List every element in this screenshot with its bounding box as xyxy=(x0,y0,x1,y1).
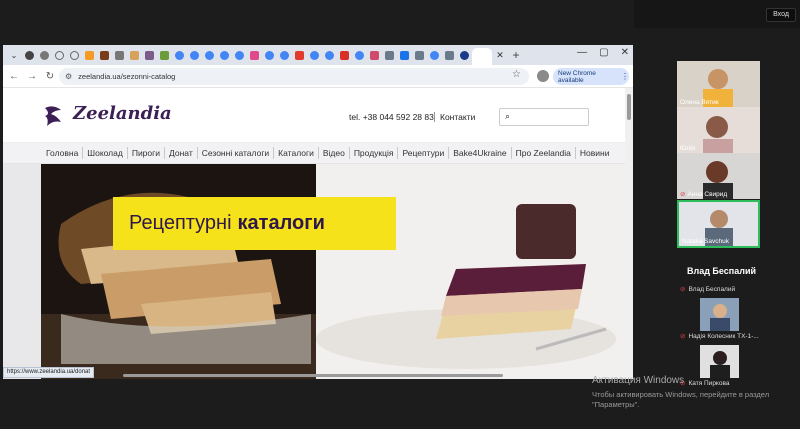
participant-name: Юлія xyxy=(680,145,696,152)
browser-tab[interactable] xyxy=(442,48,456,62)
browser-tab[interactable] xyxy=(127,48,141,62)
browser-tab[interactable] xyxy=(217,48,231,62)
browser-tab[interactable] xyxy=(247,48,261,62)
avatar[interactable] xyxy=(537,70,549,82)
participant-tile-active[interactable]: Natalia Savchuk xyxy=(677,200,760,248)
browser-tab[interactable] xyxy=(172,48,186,62)
browser-tab[interactable] xyxy=(22,48,36,62)
browser-tab[interactable] xyxy=(382,48,396,62)
microphone-off-icon: ⊘ xyxy=(680,286,686,293)
browser-tab[interactable] xyxy=(37,48,51,62)
browser-tab[interactable] xyxy=(367,48,381,62)
menu-item-chocolate[interactable]: Шоколад xyxy=(83,147,128,159)
site-info-icon[interactable]: ⚙ xyxy=(65,72,72,81)
menu-item-video[interactable]: Відео xyxy=(319,147,350,159)
participant-list-item[interactable]: ⊘ Влад Беспалий xyxy=(680,285,735,293)
minimize-icon[interactable]: — xyxy=(577,47,587,58)
browser-tab[interactable] xyxy=(412,48,426,62)
close-window-icon[interactable]: ✕ xyxy=(621,47,629,58)
participant-thumbnail[interactable] xyxy=(700,298,739,331)
reload-icon[interactable]: ↻ xyxy=(43,71,57,82)
search-icon: ⌕ xyxy=(505,111,511,121)
active-speaker-name: Влад Беспалий xyxy=(687,266,757,276)
activation-watermark-title: Активация Windows xyxy=(592,375,685,386)
new-tab-button[interactable]: + xyxy=(508,48,524,62)
menu-item-about[interactable]: Про Zeelandia xyxy=(512,147,576,159)
browser-tab[interactable] xyxy=(52,48,66,62)
address-bar[interactable]: ⚙ zeelandia.ua/sezonni-catalog xyxy=(59,68,529,85)
browser-tab[interactable] xyxy=(427,48,441,62)
activation-watermark-text: Чтобы активировать Windows, перейдите в … xyxy=(592,390,770,409)
browser-tab[interactable] xyxy=(82,48,96,62)
url-text: zeelandia.ua/sezonni-catalog xyxy=(78,72,176,81)
participant-name: Natalia Savchuk xyxy=(682,238,729,245)
browser-tab[interactable] xyxy=(322,48,336,62)
shared-screen: ⌄ ✕ + — ▢ ✕ ← → ↻ ⚙ zeelandia.ua/sezonni… xyxy=(3,45,633,379)
browser-tab[interactable] xyxy=(112,48,126,62)
participant-list-item[interactable]: ⊘ Катя Пиркова xyxy=(680,379,729,387)
tab-strip: ⌄ ✕ + — ▢ ✕ xyxy=(3,45,633,65)
browser-tab[interactable] xyxy=(262,48,276,62)
menu-item-home[interactable]: Головна xyxy=(42,147,84,159)
browser-tab[interactable] xyxy=(292,48,306,62)
microphone-off-icon: ⊘ xyxy=(680,333,686,340)
tab-list-chevron-icon[interactable]: ⌄ xyxy=(7,48,21,62)
main-menu: Головна Шоколад Пироги Донат Сезонні кат… xyxy=(3,142,633,164)
vertical-scrollbar[interactable] xyxy=(625,88,633,379)
menu-item-catalogs[interactable]: Каталоги xyxy=(274,147,319,159)
forward-arrow-icon[interactable]: → xyxy=(25,71,39,82)
participant-name: ⊘ Анна Свирид xyxy=(680,191,728,198)
browser-tab[interactable] xyxy=(157,48,171,62)
browser-tab[interactable] xyxy=(187,48,201,62)
enter-button[interactable]: Вход xyxy=(766,8,796,22)
close-tab-icon[interactable]: ✕ xyxy=(493,48,507,62)
browser-tab[interactable] xyxy=(397,48,411,62)
hero-banner[interactable]: Рецептурні каталоги xyxy=(3,164,625,379)
browser-tab[interactable] xyxy=(202,48,216,62)
contacts-link[interactable]: Контакти xyxy=(434,112,475,122)
browser-tab[interactable] xyxy=(97,48,111,62)
participant-list-item[interactable]: ⊘ Надія Колесник ТХ-1-... xyxy=(680,332,759,340)
browser-tab[interactable] xyxy=(457,48,471,62)
site-logo[interactable]: Zeelandia xyxy=(73,103,172,124)
scrollbar-thumb[interactable] xyxy=(627,94,631,120)
maximize-icon[interactable]: ▢ xyxy=(599,47,608,58)
status-url: https://www.zeelandia.ua/donat xyxy=(3,367,95,378)
browser-tab[interactable] xyxy=(337,48,351,62)
menu-item-pies[interactable]: Пироги xyxy=(128,147,165,159)
star-icon[interactable]: ☆ xyxy=(512,69,521,80)
menu-item-news[interactable]: Новини xyxy=(576,147,614,159)
new-chrome-button[interactable]: New Chrome available ⋮ xyxy=(553,68,629,85)
menu-item-seasonal-catalogs[interactable]: Сезонні каталоги xyxy=(198,147,275,159)
participant-name: Олена Вятик xyxy=(680,99,719,106)
banner-title: Рецептурні каталоги xyxy=(113,197,396,250)
web-page: Zeelandia tel. +38 044 592 28 83 Контакт… xyxy=(3,88,633,379)
participant-tile[interactable]: Олена Вятик xyxy=(677,61,760,107)
menu-item-bake4ukraine[interactable]: Bake4Ukraine xyxy=(449,147,512,159)
active-browser-tab[interactable] xyxy=(472,48,492,65)
browser-tab[interactable] xyxy=(67,48,81,62)
window-controls: — ▢ ✕ xyxy=(577,47,629,58)
participant-tile[interactable]: ⊘ Анна Свирид xyxy=(677,153,760,199)
hero-edge-image xyxy=(3,164,41,379)
address-bar-row: ← → ↻ ⚙ zeelandia.ua/sezonni-catalog ☆ N… xyxy=(3,65,633,88)
browser-tab[interactable] xyxy=(277,48,291,62)
microphone-off-icon: ⊘ xyxy=(680,191,686,198)
phone-number[interactable]: tel. +38 044 592 28 83 xyxy=(349,112,434,122)
zeelandia-logo-icon xyxy=(45,106,61,126)
horizontal-scrollbar[interactable] xyxy=(123,374,503,377)
browser-tab[interactable] xyxy=(232,48,246,62)
back-arrow-icon[interactable]: ← xyxy=(7,71,21,82)
browser-tab[interactable] xyxy=(307,48,321,62)
menu-item-donut[interactable]: Донат xyxy=(165,147,198,159)
participant-thumbnail[interactable] xyxy=(700,345,739,378)
participant-tile[interactable]: Юлія xyxy=(677,107,760,153)
menu-item-recipes[interactable]: Рецептури xyxy=(398,147,450,159)
search-input[interactable]: ⌕ xyxy=(499,108,589,126)
menu-item-products[interactable]: Продукція xyxy=(350,147,399,159)
kebab-menu-icon[interactable]: ⋮ xyxy=(621,72,629,81)
browser-tab[interactable] xyxy=(142,48,156,62)
browser-tab[interactable] xyxy=(352,48,366,62)
